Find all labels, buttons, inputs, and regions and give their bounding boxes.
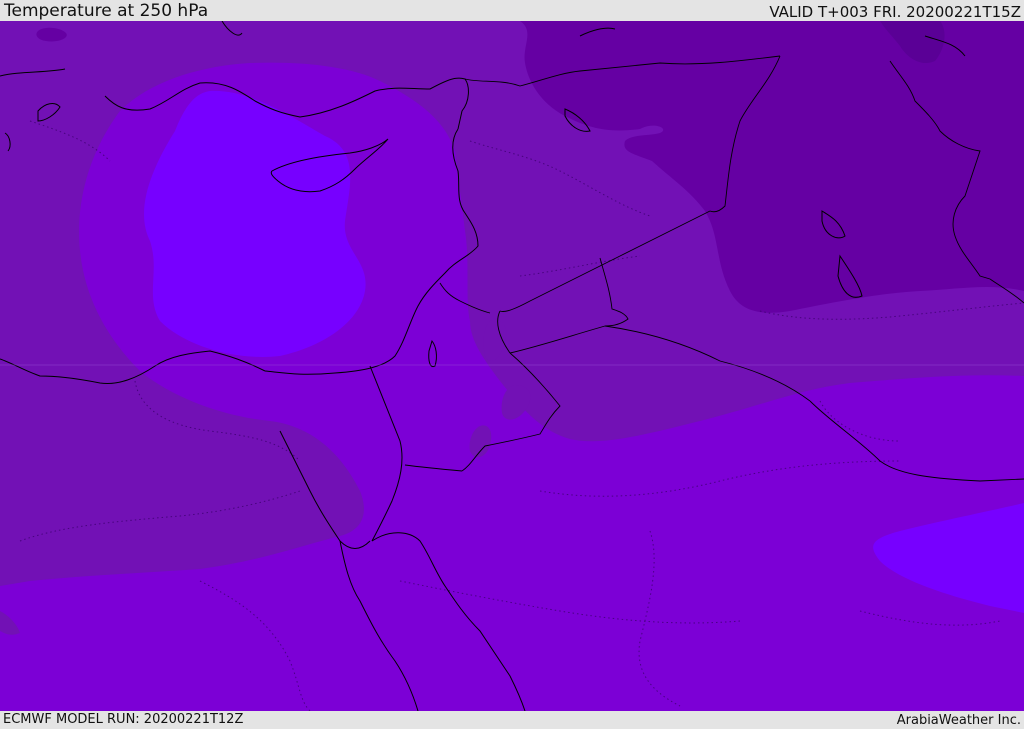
map-canvas [0,21,1024,711]
valid-time: VALID T+003 FRI. 20200221T15Z [769,3,1021,21]
footer-bar: ECMWF MODEL RUN: 20200221T12Z ArabiaWeat… [0,711,1024,729]
credit-label: ArabiaWeather Inc. [896,713,1021,728]
model-run-label: ECMWF MODEL RUN: 20200221T12Z [3,712,244,727]
temperature-map[interactable] [0,21,1024,711]
header-bar: Temperature at 250 hPa VALID T+003 FRI. … [0,0,1024,21]
map-title: Temperature at 250 hPa [4,1,209,21]
